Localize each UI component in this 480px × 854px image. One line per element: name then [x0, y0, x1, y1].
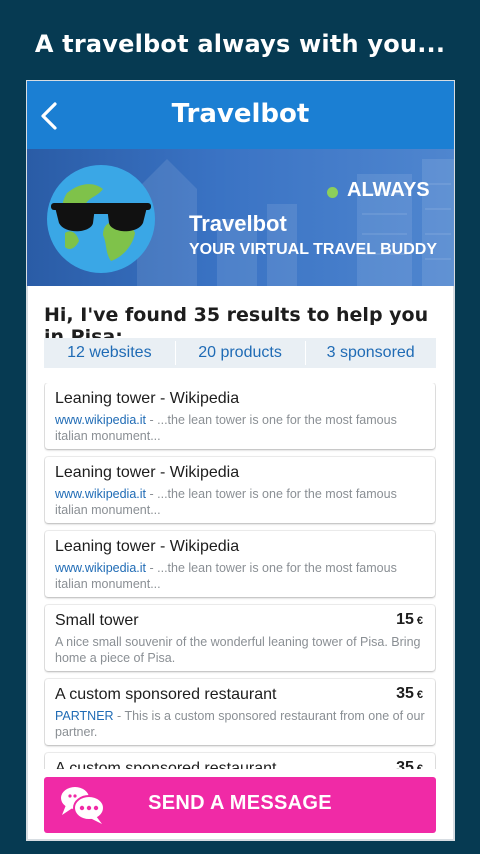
- result-card[interactable]: Leaning tower - Wikipedia www.wikipedia.…: [45, 531, 435, 597]
- sponsored-description: PARTNER - This is a custom sponsored res…: [55, 708, 425, 740]
- price-currency: €: [416, 689, 423, 701]
- sponsored-price: 35 €: [396, 759, 423, 769]
- bot-hero-banner: ALWAYS Travelbot YOUR VIRTUAL TRAVEL BUD…: [27, 149, 454, 286]
- globe-sunglasses-avatar: [47, 165, 155, 273]
- product-description: A nice small souvenir of the wonderful l…: [55, 635, 421, 665]
- filter-tab-products[interactable]: 20 products: [174, 338, 306, 368]
- price-value: 35: [396, 759, 414, 769]
- result-title: Leaning tower - Wikipedia: [55, 464, 240, 481]
- filter-tab-websites[interactable]: 12 websites: [44, 338, 175, 368]
- result-link[interactable]: www.wikipedia.it: [55, 487, 146, 501]
- product-price: 15 €: [396, 611, 423, 629]
- bot-status-label: ALWAYS: [347, 179, 430, 201]
- phone-screen: Travelbot ALWAYS Travelbot YOUR VIRTUAL …: [26, 80, 455, 841]
- result-link[interactable]: www.wikipedia.it: [55, 413, 146, 427]
- result-title: Leaning tower - Wikipedia: [55, 390, 240, 407]
- product-card[interactable]: Small tower 15 € A nice small souvenir of…: [45, 605, 435, 671]
- result-title: Leaning tower - Wikipedia: [55, 538, 240, 555]
- promo-caption: A travelbot always with you...: [34, 30, 446, 58]
- online-status-dot: [327, 187, 338, 198]
- product-title: Small tower: [55, 612, 139, 629]
- price-currency: €: [416, 763, 423, 769]
- price-value: 15: [396, 611, 414, 628]
- result-filter-tabs: 12 websites 20 products 3 sponsored: [44, 338, 436, 368]
- sponsored-card[interactable]: A custom sponsored restaurant 35 €: [45, 753, 435, 769]
- price-currency: €: [416, 615, 423, 627]
- bot-tagline: YOUR VIRTUAL TRAVEL BUDDY: [189, 241, 438, 258]
- send-message-button[interactable]: SEND A MESSAGE: [44, 777, 436, 833]
- header-title: Travelbot: [171, 99, 310, 129]
- filter-tab-sponsored[interactable]: 3 sponsored: [305, 338, 436, 368]
- result-description: www.wikipedia.it - ...the lean tower is …: [55, 412, 425, 444]
- result-card[interactable]: Leaning tower - Wikipedia www.wikipedia.…: [45, 457, 435, 523]
- result-description: www.wikipedia.it - ...the lean tower is …: [55, 486, 425, 518]
- partner-tag: PARTNER: [55, 709, 114, 723]
- price-value: 35: [396, 685, 414, 702]
- result-card[interactable]: Leaning tower - Wikipedia www.wikipedia.…: [45, 383, 435, 449]
- result-description: www.wikipedia.it - ...the lean tower is …: [55, 560, 425, 592]
- sponsored-card[interactable]: A custom sponsored restaurant 35 € PARTNE…: [45, 679, 435, 745]
- sponsored-price: 35 €: [396, 685, 423, 703]
- send-message-label: SEND A MESSAGE: [148, 792, 332, 814]
- sponsored-title: A custom sponsored restaurant: [55, 760, 277, 769]
- result-link[interactable]: www.wikipedia.it: [55, 561, 146, 575]
- results-list: Leaning tower - Wikipedia www.wikipedia.…: [44, 383, 436, 769]
- app-header: Travelbot: [27, 81, 454, 149]
- bot-name: Travelbot: [189, 211, 287, 236]
- sponsored-title: A custom sponsored restaurant: [55, 686, 277, 703]
